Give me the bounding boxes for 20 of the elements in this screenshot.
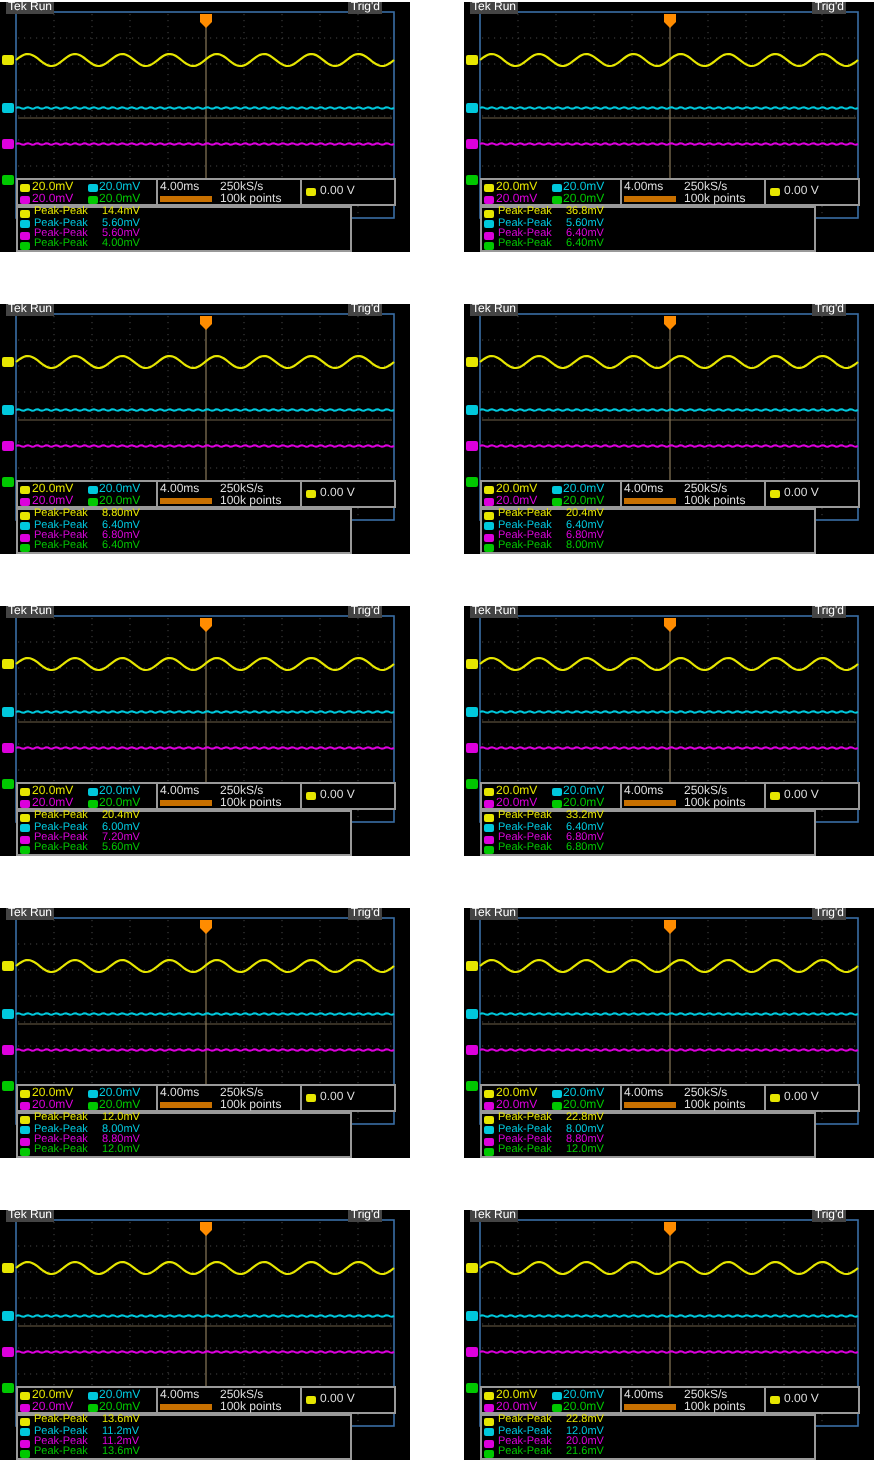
- trigger-source-badge: [770, 792, 780, 800]
- trigger-position-bar: [160, 800, 212, 806]
- trigger-source-badge: [770, 490, 780, 498]
- trigger-source-badge: [306, 1396, 316, 1404]
- trigger-source-badge: [306, 1094, 316, 1102]
- trigger-position-bar: [160, 1404, 212, 1410]
- trigger-position-bar: [160, 1102, 212, 1108]
- trigger-source-badge: [306, 188, 316, 196]
- trigger-source-badge: [770, 1094, 780, 1102]
- trigger-source-badge: [306, 792, 316, 800]
- trigger-position-bar: [624, 1102, 676, 1108]
- trigger-position-bar: [624, 498, 676, 504]
- trigger-position-bar: [624, 800, 676, 806]
- trigger-source-badge: [770, 1396, 780, 1404]
- trigger-source-badge: [770, 188, 780, 196]
- trigger-source-badge: [306, 490, 316, 498]
- trigger-position-bar: [624, 196, 676, 202]
- trigger-position-bar: [624, 1404, 676, 1410]
- trigger-position-bar: [160, 196, 212, 202]
- trigger-position-bar: [160, 498, 212, 504]
